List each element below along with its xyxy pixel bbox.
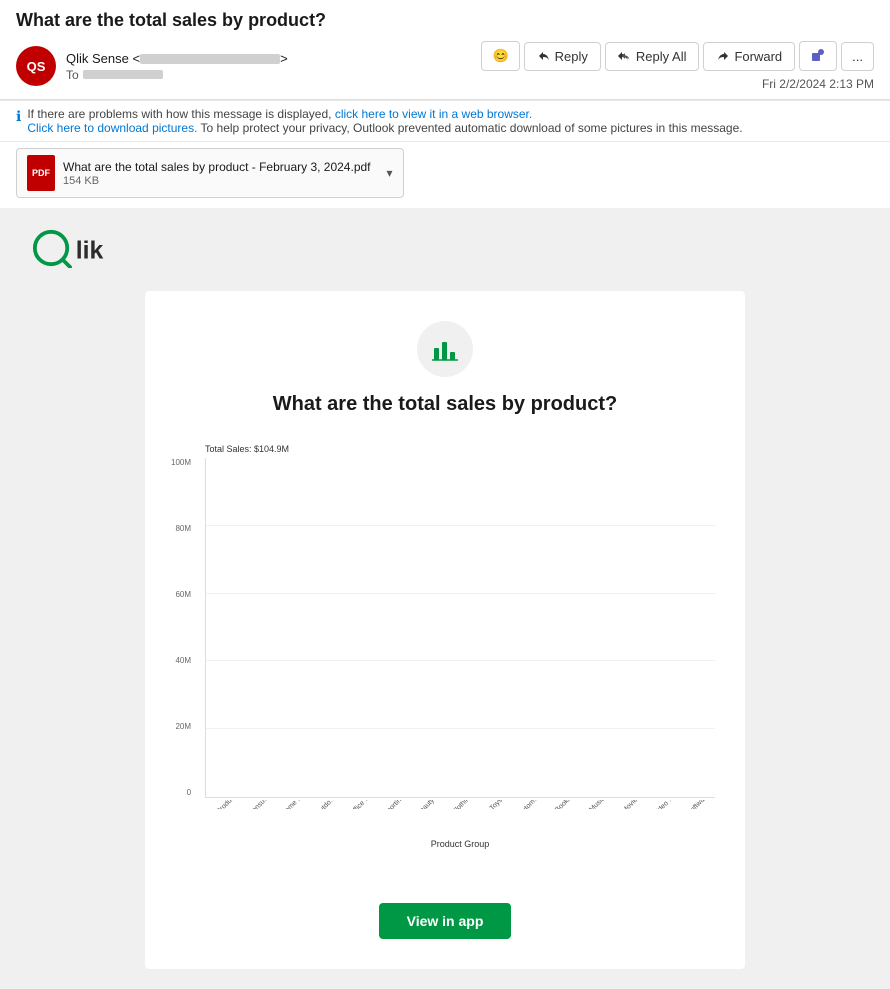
attachment-bar: PDF What are the total sales by product … [0,142,890,208]
content-card: What are the total sales by product? Tot… [145,291,745,969]
x-labels-row: Product Consumer Electronics Home Goods Out… [205,800,715,809]
forward-icon [716,49,730,63]
attachment-details: What are the total sales by product - Fe… [63,160,371,187]
download-pictures-link[interactable]: Click here to download pictures. [27,121,197,135]
y-label-80: 80M [175,524,191,533]
x-label: Product [213,800,239,809]
info-icon: ℹ [16,108,21,125]
x-label: Software [686,800,712,809]
teams-icon [810,48,826,64]
warning-bar: ℹ If there are problems with how this me… [0,100,890,142]
avatar: QS [16,46,56,86]
email-subject: What are the total sales by product? [16,10,874,31]
y-label-0: 0 [187,788,191,797]
bar-chart-container: Total Sales: $104.9M 100M 80M 60M 40M 20… [165,436,725,879]
emoji-button[interactable]: 😊 [481,41,519,71]
bar-chart-icon [430,334,460,364]
view-in-app-button[interactable]: View in app [379,903,512,939]
x-label: Sporting Goods [382,800,408,809]
reply-all-icon [618,49,632,63]
chart-y-axis: 100M 80M 60M 40M 20M 0 [171,458,191,797]
sender-email-redacted [140,54,280,64]
qlik-logo-svg: lik [32,228,146,268]
pdf-icon: PDF [27,155,55,191]
sender-info: QS Qlik Sense <> To [16,46,288,86]
view-browser-link[interactable]: click here to view it in a web browser. [335,107,532,121]
x-label: Consumer Electronics [247,800,273,809]
y-label-40: 40M [175,656,191,665]
x-label: Outdoor Recreation [315,800,341,809]
warning-text: If there are problems with how this mess… [27,107,742,135]
attachment-size: 154 KB [63,175,371,187]
bars-area [206,458,715,797]
x-axis-label: Product Group [205,839,715,849]
email-body: lik What are the total sales by product?… [0,208,890,989]
attachment-name: What are the total sales by product - Fe… [63,160,371,174]
y-label-60: 60M [175,590,191,599]
x-label: Toys [483,800,509,809]
y-label-20: 20M [175,722,191,731]
to-line: To [66,68,288,82]
recipient-redacted [83,70,163,79]
x-label: Clothing [449,800,475,809]
x-label: Books [551,800,577,809]
timestamp: Fri 2/2/2024 2:13 PM [762,77,874,91]
more-button[interactable]: ... [841,42,874,71]
reply-button[interactable]: Reply [524,42,601,71]
x-label: Beauty Products [416,800,442,809]
email-header: What are the total sales by product? QS … [0,0,890,100]
sender-name: Qlik Sense <> [66,51,288,66]
svg-text:lik: lik [76,237,104,264]
chart-total-label: Total Sales: $104.9M [205,444,715,454]
x-label: Video Games [652,800,678,809]
attachment-item[interactable]: PDF What are the total sales by product … [16,148,404,198]
email-meta-row: QS Qlik Sense <> To 😊 Reply [16,41,874,91]
x-label: Office Supplies [348,800,374,809]
chart-icon-container [165,321,725,377]
action-col: 😊 Reply Reply All [481,41,874,91]
y-label-100: 100M [171,458,191,467]
reply-icon [537,49,551,63]
action-buttons: 😊 Reply Reply All [481,41,874,71]
teams-button[interactable] [799,41,837,71]
reply-all-button[interactable]: Reply All [605,42,700,71]
x-label: Home Goods [281,800,307,809]
view-in-app-container: View in app [165,903,725,949]
x-label: Music [584,800,610,809]
x-label: Movies [618,800,644,809]
qlik-logo: lik [16,228,874,291]
x-label: Automotive [517,800,543,809]
chart-icon-circle [417,321,473,377]
chart-title: What are the total sales by product? [165,393,725,416]
forward-button[interactable]: Forward [703,42,795,71]
bar-chart: 100M 80M 60M 40M 20M 0 [205,458,715,798]
chevron-down-icon: ▾ [387,166,393,180]
sender-details: Qlik Sense <> To [66,51,288,82]
